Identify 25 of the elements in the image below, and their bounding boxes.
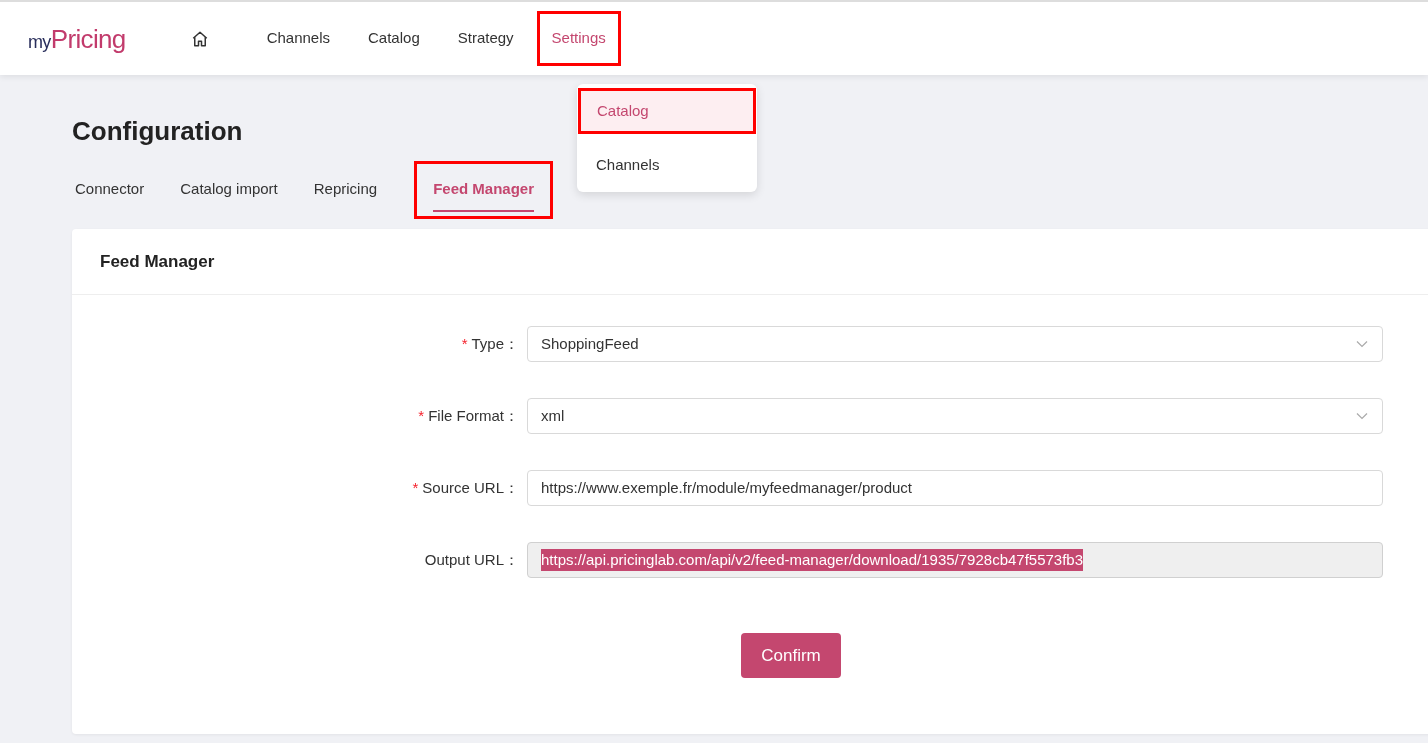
tab[interactable]: Catalog import [161, 161, 297, 219]
select-field[interactable]: ShoppingFeed [527, 326, 1383, 362]
nav-link[interactable]: Channels [251, 11, 346, 66]
required-mark: * [461, 333, 468, 354]
field-label: File Format： [428, 405, 519, 426]
field-label: Source URL： [422, 477, 519, 498]
dropdown-menu-item[interactable]: Catalog [578, 88, 756, 134]
tab[interactable]: Repricing [294, 161, 397, 219]
required-mark: * [418, 405, 425, 426]
confirm-button[interactable]: Confirm [741, 633, 841, 678]
select-field[interactable]: xml [527, 398, 1383, 434]
nav-link[interactable]: Strategy [442, 11, 529, 66]
input-field[interactable]: https://www.exemple.fr/module/myfeedmanager/product [527, 470, 1383, 506]
field-label: Type： [471, 333, 519, 354]
logo: myPricing [28, 25, 126, 52]
field-label: Output URL： [424, 549, 519, 570]
nav-link[interactable]: Catalog [353, 11, 435, 66]
tab[interactable]: Connector [56, 161, 164, 219]
tab[interactable]: Feed Manager [414, 161, 553, 219]
required-mark: * [412, 477, 419, 498]
home-icon [190, 29, 209, 48]
dropdown-menu-item[interactable]: Channels [577, 142, 757, 188]
nav-link[interactable]: Settings [536, 11, 621, 66]
page-title: Configuration [72, 115, 244, 148]
card-title: Feed Manager [100, 250, 215, 273]
